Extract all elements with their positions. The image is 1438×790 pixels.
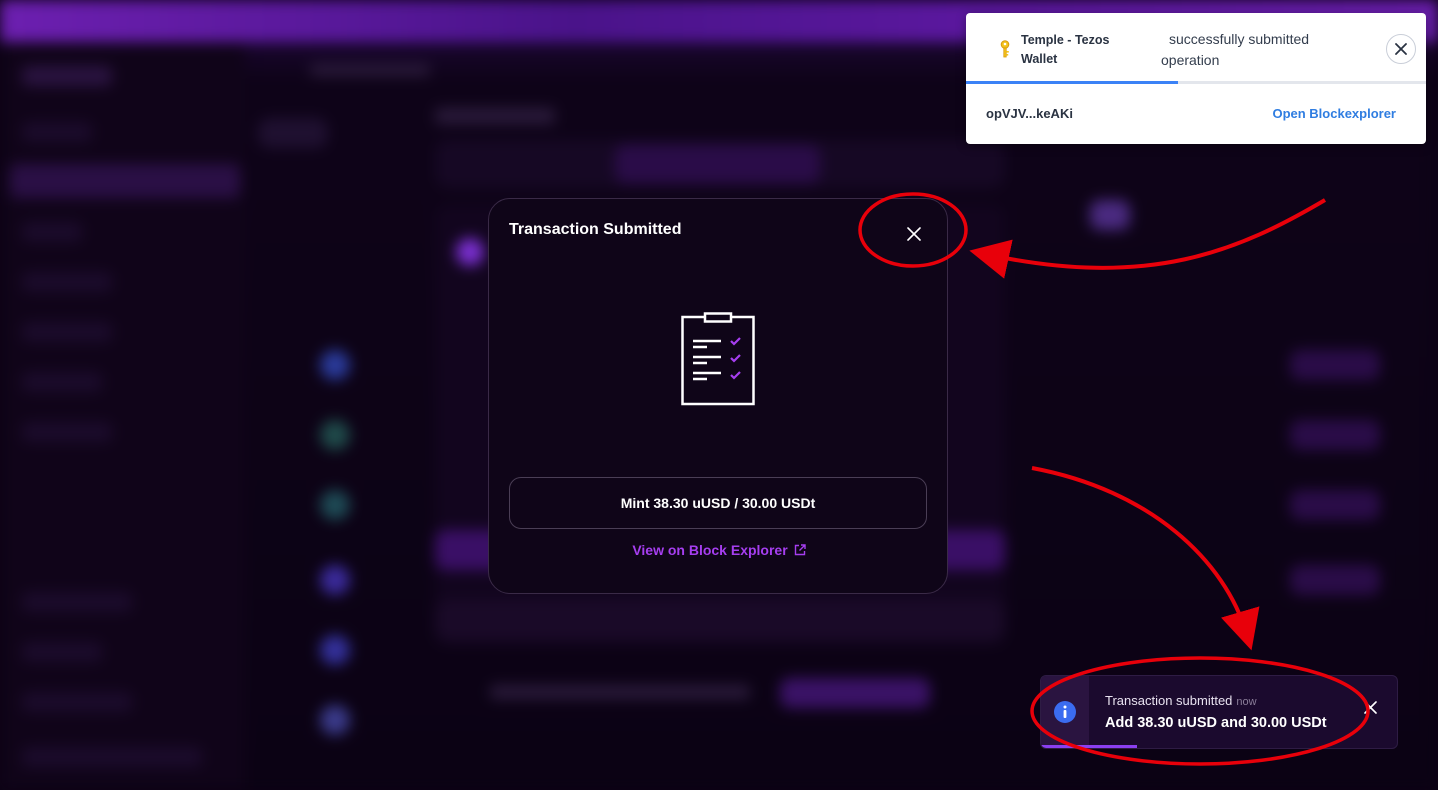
clipboard-checklist-icon: [681, 312, 755, 406]
wallet-message: successfully submitted operation: [1161, 31, 1310, 68]
toast-title: Transaction submitted: [1105, 693, 1233, 708]
background-sidebar-row: [22, 642, 102, 662]
info-icon: [1054, 701, 1076, 723]
background-tab-active: [615, 145, 820, 183]
background-back-button: [258, 118, 328, 148]
background-sidebar-row: [22, 592, 132, 612]
background-sidebar-row-active: [10, 164, 240, 198]
background-token-icon: [320, 420, 350, 450]
transaction-submitted-modal: Transaction Submitted Mint 38.30 uUSD / …: [488, 198, 948, 594]
wallet-progress-track: [966, 81, 1426, 84]
modal-title: Transaction Submitted: [509, 221, 682, 238]
operation-hash: opVJV...keAKi: [986, 106, 1073, 121]
modal-close-button[interactable]: [902, 222, 926, 246]
toast-close-button[interactable]: [1359, 696, 1381, 718]
background-sidebar-row: [22, 222, 82, 242]
wallet-progress-fill: [966, 81, 1178, 84]
background-section-title: [490, 685, 750, 699]
toast-title-line: Transaction submitted now: [1105, 693, 1257, 708]
background-row-button: [1290, 350, 1380, 380]
background-token-icon: [456, 238, 484, 266]
transaction-toast: Transaction submitted now Add 38.30 uUSD …: [1040, 675, 1398, 749]
background-sidebar-row: [22, 747, 202, 767]
open-blockexplorer-link[interactable]: Open Blockexplorer: [1272, 106, 1396, 121]
toast-time: now: [1236, 696, 1257, 708]
background-chip: [1090, 200, 1130, 230]
transaction-summary: Mint 38.30 uUSD / 30.00 USDt: [509, 477, 927, 529]
background-token-icon: [320, 350, 350, 380]
toast-message: Add 38.30 uUSD and 30.00 USDt: [1105, 715, 1327, 731]
background-token-icon: [320, 490, 350, 520]
temple-wallet-notification: Temple - Tezos Wallet successfully submi…: [966, 13, 1426, 144]
close-circle-icon: [1395, 43, 1407, 55]
close-icon: [907, 227, 921, 241]
background-sidebar: [0, 42, 245, 790]
background-chip: [780, 678, 930, 708]
view-on-block-explorer-link[interactable]: View on Block Explorer: [489, 542, 949, 558]
key-icon: [1000, 40, 1010, 58]
background-token-icon: [320, 565, 350, 595]
background-sidebar-row: [22, 692, 132, 712]
background-sidebar-row: [22, 322, 112, 342]
external-link-icon: [794, 544, 806, 556]
toast-icon-column: [1041, 676, 1089, 748]
wallet-notification-close-button[interactable]: [1386, 34, 1416, 64]
background-sidebar-row: [22, 372, 102, 392]
close-icon: [1363, 700, 1377, 714]
toast-progress-bar: [1041, 745, 1138, 748]
background-token-icon: [320, 705, 350, 735]
background-sidebar-row: [22, 122, 92, 142]
wallet-app-name: Temple - Tezos Wallet: [1021, 33, 1110, 66]
background-row-button: [1290, 490, 1380, 520]
background-row-button: [1290, 420, 1380, 450]
background-sidebar-row: [22, 272, 112, 292]
background-header-text: [310, 64, 430, 76]
background-token-icon: [320, 635, 350, 665]
background-page-title: [435, 108, 555, 124]
background-logo: [22, 66, 112, 86]
background-secondary-button: [435, 600, 1005, 640]
background-sidebar-row: [22, 422, 112, 442]
explorer-link-label: View on Block Explorer: [632, 542, 788, 558]
background-row-button: [1290, 565, 1380, 595]
